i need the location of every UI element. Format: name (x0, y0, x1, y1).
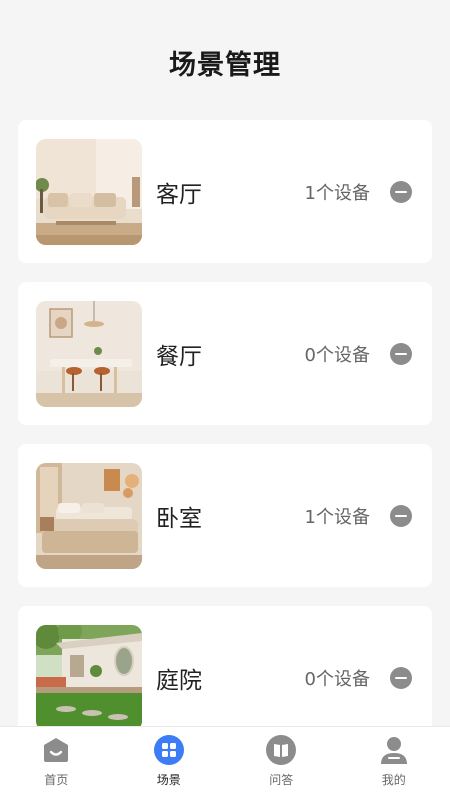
tab-label: 我的 (381, 773, 406, 787)
remove-icon[interactable] (390, 180, 412, 203)
person-icon (380, 737, 407, 764)
room-list: 客厅 1个设备 餐厅 0个设备 卧室 1个设备 庭院 0个设备 (18, 120, 432, 768)
room-name: 庭院 (156, 667, 202, 694)
tab-home[interactable]: 首页 (0, 727, 113, 800)
device-count: 0个设备 (304, 344, 370, 366)
room-card-dining[interactable]: 餐厅 0个设备 (18, 282, 432, 425)
header: 场景管理 (0, 0, 450, 110)
remove-icon[interactable] (390, 666, 412, 689)
room-photo-dining (36, 300, 142, 407)
room-name: 卧室 (156, 505, 202, 532)
device-count: 1个设备 (304, 506, 370, 528)
room-card-bedroom[interactable]: 卧室 1个设备 (18, 444, 432, 587)
tab-mine[interactable]: 我的 (338, 727, 450, 800)
device-count: 1个设备 (304, 182, 370, 204)
remove-icon[interactable] (390, 504, 412, 527)
room-name: 餐厅 (156, 343, 202, 370)
tab-label: 问答 (269, 773, 294, 787)
room-card-living[interactable]: 客厅 1个设备 (18, 120, 432, 263)
page-title: 场景管理 (169, 49, 281, 81)
home-icon (44, 738, 69, 762)
tab-scene[interactable]: 场景 (113, 727, 226, 800)
room-photo-courtyard (36, 624, 142, 731)
room-photo-living (36, 138, 142, 245)
book-icon (266, 735, 297, 765)
room-photo-bedroom (36, 462, 142, 569)
tab-label: 场景 (156, 773, 181, 787)
tab-label: 首页 (44, 773, 69, 787)
room-name: 客厅 (156, 181, 202, 208)
tab-qa[interactable]: 问答 (225, 727, 338, 800)
bottom-tab-bar: 首页 场景 问答 我的 (0, 726, 450, 800)
scene-grid-icon (153, 735, 184, 765)
device-count: 0个设备 (304, 668, 370, 690)
remove-icon[interactable] (390, 342, 412, 365)
